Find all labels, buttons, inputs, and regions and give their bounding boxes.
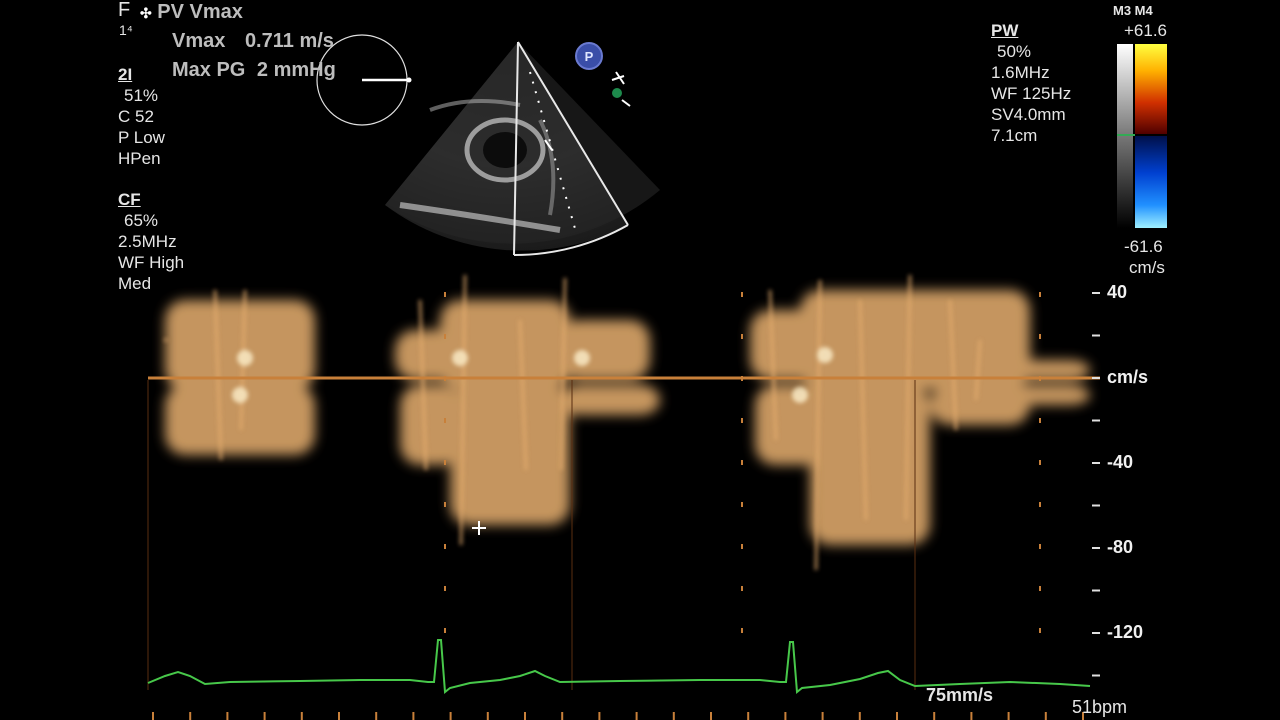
pw-depth: 7.1cm [991,126,1038,145]
colorbar-top-value: +61.6 [1124,21,1168,40]
pw-gain: 50% [997,42,1032,61]
mode-cf-panel: CF 65% 2.5MHz WF High Med [118,189,184,294]
sample-volume-marker-icon[interactable] [611,71,631,107]
pw-frequency: 1.6MHz [991,63,1050,82]
probe-orientation-icon: P [575,42,603,70]
scale-label-neg80: -80 [1107,537,1134,557]
mode-2d-header: 2I [118,65,133,84]
measurement-vmax: Vmax 0.711 m/s [172,30,334,53]
heart-rate: 51bpm [1072,697,1128,717]
color-velocity-bar [1117,44,1167,228]
mode-cf-frequency: 2.5MHz [118,232,177,251]
echo-sector [385,42,660,251]
doppler-spectrum [164,274,1090,571]
vmax-value: 0.711 m/s [244,30,334,52]
measurement-maxpg: Max PG 2 mmHg [172,59,336,82]
sweep-speed: 75mm/s [926,685,994,705]
svg-text:P: P [585,49,594,64]
measurement-title-row: ✣ PV Vmax [140,1,243,24]
mode-2d-gain: 51% [124,86,159,105]
scale-unit: cm/s [1107,367,1149,387]
crosshair-icon: ✣ [140,5,152,21]
colorbar-mode: M3 M4 [1113,3,1153,18]
pw-panel: PW 50% 1.6MHz WF 125Hz SV4.0mm 7.1cm [991,20,1071,146]
mode-2d-panel: 2I 51% C 52 P Low HPen [118,64,165,169]
scale-label-40: 40 [1107,282,1128,302]
mode-2d-harmonic: HPen [118,149,161,168]
mode-cf-setting: Med [118,274,152,293]
colorbar-bottom-value: -61.6 [1124,237,1163,256]
pw-sample-volume: SV4.0mm [991,105,1066,124]
vmax-label: Vmax [172,30,226,52]
colorbar-unit: cm/s [1129,258,1165,277]
measurement-title: PV Vmax [157,1,243,23]
mode-2d-power: P Low [118,128,165,147]
time-ruler [152,712,1084,720]
ultrasound-display: P [147,34,1167,720]
header-letter: F [118,0,131,21]
scale-label-neg40: -40 [1107,452,1134,472]
mode-cf-header: CF [118,190,141,209]
velocity-scale-ticks [1092,292,1100,677]
pw-header: PW [991,21,1019,40]
mode-cf-gain: 65% [124,211,159,230]
pw-wall-filter: WF 125Hz [991,84,1072,103]
mode-2d-compression: C 52 [118,107,154,126]
mode-cf-wall-filter: WF High [118,253,185,272]
header-subtext: 1⁴ [119,22,133,38]
maxpg-value: 2 mmHg [256,59,336,81]
maxpg-label: Max PG [172,59,246,81]
scale-label-neg120: -120 [1107,622,1144,642]
